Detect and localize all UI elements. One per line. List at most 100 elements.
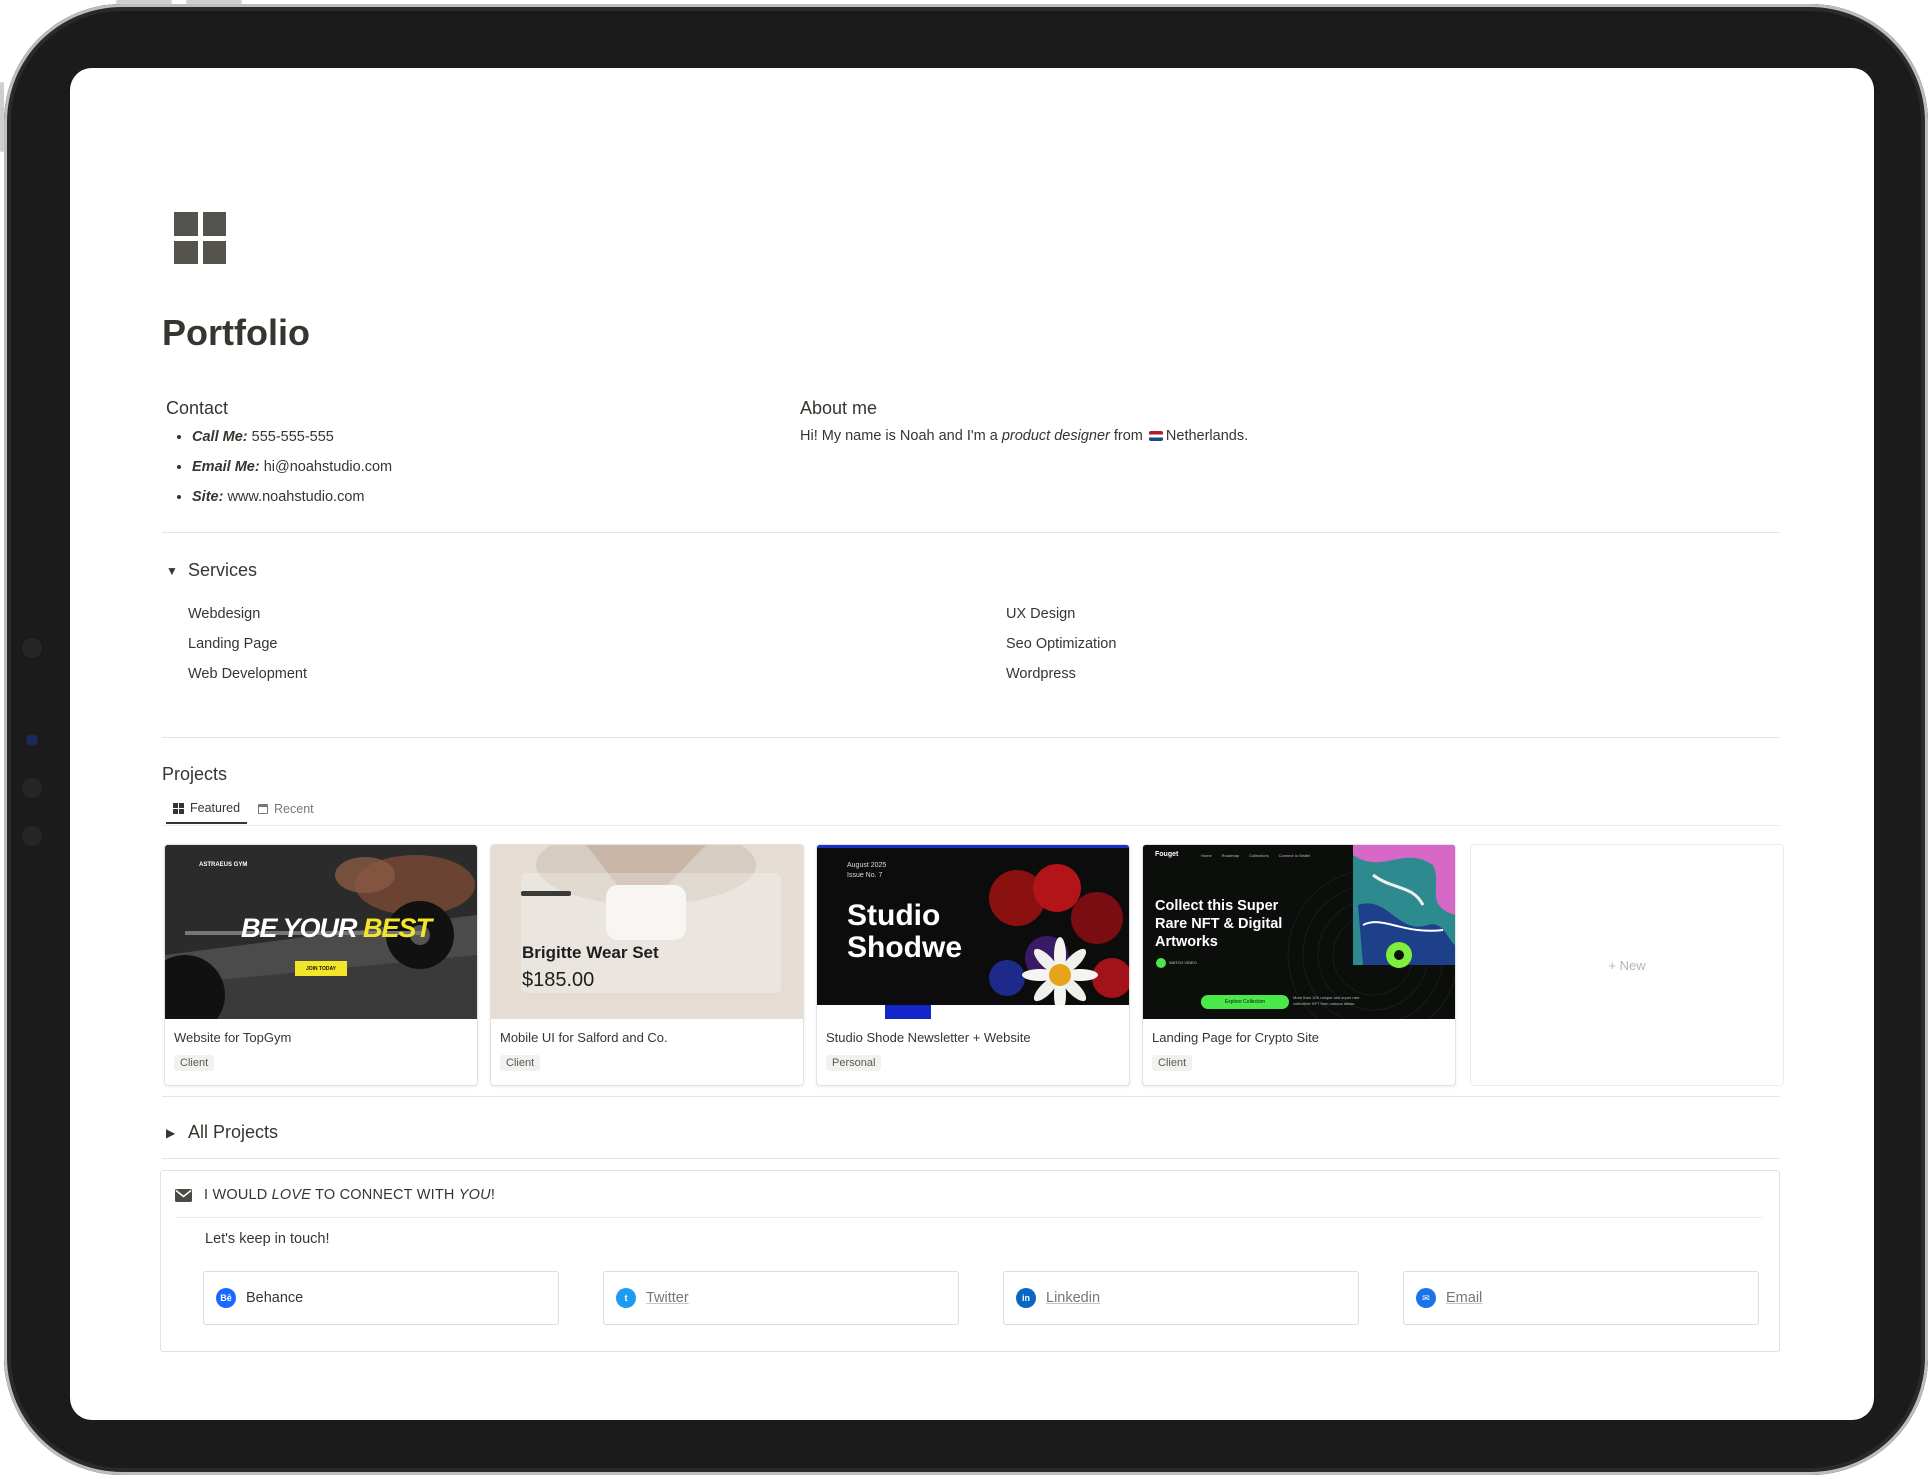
product-price: $185.00 (522, 969, 595, 991)
view-tabs: Featured Recent (166, 798, 321, 824)
card-title: Mobile UI for Salford and Co. (500, 1030, 668, 1045)
nft-watch: WATCH VIDEO (1169, 960, 1197, 965)
email-value: hi@noahstudio.com (263, 459, 393, 475)
twitter-link[interactable]: t Twitter (603, 1271, 959, 1325)
connect-text-part: ! (490, 1187, 496, 1203)
service-item: UX Design (1006, 606, 1076, 622)
card-tag: Client (1152, 1055, 1193, 1071)
triangle-down-icon[interactable]: ▼ (166, 564, 178, 578)
headline-yellow: BEST (363, 913, 432, 943)
nav-item: Roadmap (1221, 853, 1240, 858)
tab-label: Recent (274, 802, 314, 816)
contact-list: Call Me: 555-555-555 Email Me: hi@noahst… (172, 428, 392, 518)
card-cover: ASTRAEUS GYM BE YOUR BEST JOIN TODAY (165, 845, 477, 1019)
card-title: Studio Shode Newsletter + Website (826, 1030, 1031, 1045)
services-heading: Services (188, 560, 258, 580)
list-item: Email Me: hi@noahstudio.com (192, 458, 392, 477)
nft-note: More than 10K unique and super rare coll… (1293, 995, 1360, 1006)
page-title[interactable]: Portfolio (162, 312, 310, 354)
service-item: Web Development (188, 666, 308, 682)
newsletter-date: August 2025 (847, 862, 887, 869)
card-tag: Personal (826, 1055, 882, 1071)
connect-callout: I WOULD LOVE TO CONNECT WITH YOU! Let's … (160, 1170, 1780, 1352)
list-item: Site: www.noahstudio.com (192, 488, 392, 507)
services-toggle[interactable]: ▼ Services (166, 560, 257, 581)
power-button (0, 82, 4, 152)
gym-brand: ASTRAEUS GYM (199, 862, 248, 868)
list-item: Call Me: 555-555-555 (192, 428, 392, 447)
headline-white: BE YOUR (241, 913, 358, 943)
connect-text-part: I WOULD (204, 1187, 272, 1203)
gallery-grid-icon[interactable] (174, 212, 226, 264)
towel-cover-image (491, 845, 803, 1019)
nav-item: Connect to Wallet (1278, 853, 1311, 858)
about-text: Hi! My name is Noah and I'm a product de… (800, 428, 1248, 444)
about-country: Netherlands. (1165, 428, 1249, 444)
nft-nav: Home Roadmap Collections Connect to Wall… (1201, 853, 1310, 858)
link-label: Twitter (646, 1290, 689, 1306)
connect-text-part: TO CONNECT WITH (311, 1187, 459, 1203)
service-item: Seo Optimization (1006, 636, 1117, 652)
sensor-dot (22, 778, 42, 798)
email-icon: ✉ (1416, 1288, 1436, 1308)
connect-subtitle: Let's keep in touch! (205, 1231, 330, 1247)
netherlands-flag-icon (1148, 431, 1163, 441)
link-label: Behance (246, 1290, 304, 1306)
nft-brand: Fouget (1155, 851, 1179, 858)
projects-heading: Projects (162, 764, 228, 784)
behance-icon: Bē (216, 1288, 236, 1308)
divider (162, 532, 1780, 533)
camera-dot (26, 734, 38, 746)
card-cover: Brigitte Wear Set $185.00 (491, 845, 803, 1019)
tab-featured[interactable]: Featured (166, 798, 248, 824)
new-card-button[interactable]: + New (1470, 844, 1784, 1086)
triangle-right-icon[interactable]: ▶ (166, 1126, 178, 1140)
email-label: Email Me: (192, 459, 260, 475)
site-value: www.noahstudio.com (227, 489, 365, 505)
tab-recent[interactable]: Recent (251, 798, 321, 824)
all-projects-toggle[interactable]: ▶ All Projects (166, 1122, 278, 1143)
about-heading: About me (800, 398, 878, 418)
gallery-icon (173, 802, 184, 814)
about-emphasis: product designer (1001, 428, 1110, 444)
linkedin-icon: in (1016, 1288, 1036, 1308)
project-card[interactable]: Brigitte Wear Set $185.00 Mobile UI for … (490, 844, 804, 1086)
studio-title-line2: Shodwe (847, 931, 963, 964)
twitter-icon: t (616, 1288, 636, 1308)
email-link[interactable]: ✉ Email (1403, 1271, 1759, 1325)
notion-page: Portfolio Contact Call Me: 555-555-555 E… (70, 68, 1874, 1420)
nav-item: Home (1201, 853, 1212, 858)
service-item: Wordpress (1006, 666, 1076, 682)
project-card[interactable]: Fouget Home Roadmap Collections Connect … (1142, 844, 1456, 1086)
sensor-dot (22, 826, 42, 846)
link-label: Email (1446, 1290, 1483, 1306)
call-label: Call Me: (192, 429, 248, 445)
sensor-dot (22, 638, 42, 658)
about-text-part: Hi! My name is Noah and I'm a (800, 428, 1002, 444)
site-label: Site: (192, 489, 224, 505)
nft-cta-button: Explore Collection (1224, 999, 1266, 1005)
phone-value: 555-555-555 (251, 429, 334, 445)
divider (162, 1096, 1780, 1097)
project-card[interactable]: ASTRAEUS GYM BE YOUR BEST JOIN TODAY Web… (164, 844, 478, 1086)
behance-link[interactable]: Bē Behance (203, 1271, 559, 1325)
card-tag: Client (500, 1055, 541, 1071)
connect-heading: I WOULD LOVE TO CONNECT WITH YOU! (175, 1187, 495, 1203)
divider (175, 1217, 1763, 1218)
contact-heading: Contact (166, 398, 229, 418)
linkedin-link[interactable]: in Linkedin (1003, 1271, 1359, 1325)
volume-button (116, 0, 172, 4)
card-title: Website for TopGym (174, 1030, 292, 1045)
tab-label: Featured (190, 801, 241, 815)
volume-button (186, 0, 242, 4)
card-cover: Fouget Home Roadmap Collections Connect … (1143, 845, 1455, 1019)
studio-title-line1: Studio (847, 899, 941, 932)
card-tag: Client (174, 1055, 215, 1071)
tablet-frame: Portfolio Contact Call Me: 555-555-555 E… (0, 0, 1928, 1475)
card-title: Landing Page for Crypto Site (1152, 1030, 1319, 1045)
project-card[interactable]: August 2025 Issue No. 7 Studio Shodwe St… (816, 844, 1130, 1086)
connect-text: I WOULD LOVE TO CONNECT WITH YOU! (204, 1187, 495, 1203)
service-item: Webdesign (188, 606, 261, 622)
divider (162, 1158, 1780, 1159)
nft-headline: Collect this Super Rare NFT & Digital Ar… (1155, 898, 1283, 950)
